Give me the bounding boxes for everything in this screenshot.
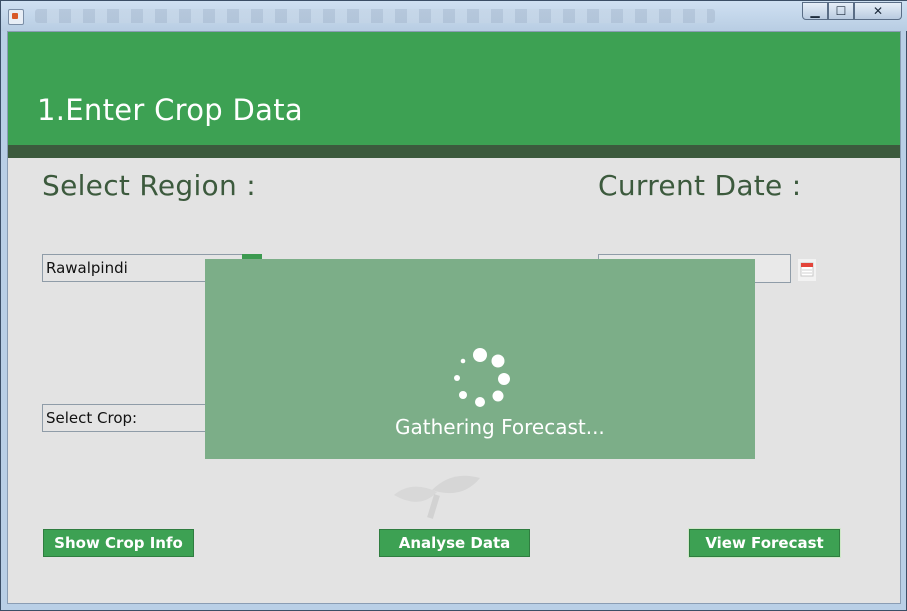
loading-spinner-icon	[454, 348, 510, 407]
region-select-value: Rawalpindi	[46, 259, 128, 277]
page-title: 1.Enter Crop Data	[37, 93, 303, 127]
title-bar: ▁ ☐ ✕	[1, 1, 907, 31]
region-heading: Select Region :	[42, 169, 256, 202]
close-button[interactable]: ✕	[854, 2, 902, 20]
java-app-icon	[8, 9, 24, 25]
app-window: ▁ ☐ ✕ 1.Enter Crop Data Select Region : …	[0, 0, 907, 611]
crop-select-value: Select Crop:	[46, 409, 138, 427]
analyse-data-button[interactable]: Analyse Data	[379, 529, 530, 557]
minimize-button[interactable]: ▁	[802, 2, 828, 20]
window-controls: ▁ ☐ ✕	[802, 2, 902, 20]
calendar-icon[interactable]	[797, 258, 817, 282]
header-banner: 1.Enter Crop Data	[8, 32, 900, 145]
banner-divider	[8, 145, 900, 158]
leaf-watermark-icon	[394, 475, 480, 519]
content-panel: 1.Enter Crop Data Select Region : Curren…	[7, 31, 901, 604]
maximize-button[interactable]: ☐	[828, 2, 854, 20]
show-crop-info-button[interactable]: Show Crop Info	[43, 529, 194, 557]
date-heading: Current Date :	[598, 169, 802, 202]
loading-overlay: Gathering Forecast...	[205, 259, 755, 459]
crop-select[interactable]: Select Crop:	[42, 404, 212, 432]
view-forecast-button[interactable]: View Forecast	[689, 529, 840, 557]
loading-message: Gathering Forecast...	[395, 415, 605, 439]
toolbar-strip	[35, 9, 715, 23]
